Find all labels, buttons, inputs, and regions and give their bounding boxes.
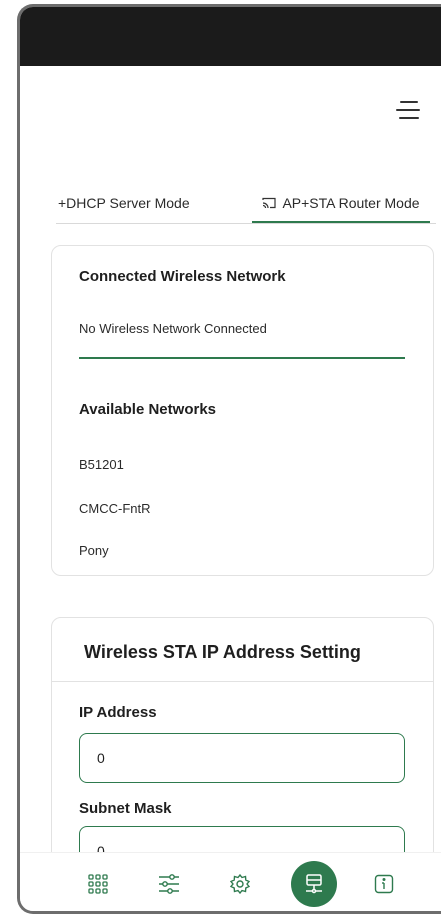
nav-dashboard[interactable] xyxy=(75,861,121,907)
grid-icon xyxy=(88,874,108,894)
subnet-mask-label: Subnet Mask xyxy=(79,800,172,817)
menu-icon-line-1 xyxy=(400,101,418,103)
available-networks-heading: Available Networks xyxy=(79,401,216,418)
cast-icon xyxy=(262,197,277,209)
connected-network-heading: Connected Wireless Network xyxy=(79,268,286,285)
connection-status: No Wireless Network Connected xyxy=(79,321,267,336)
sta-ip-settings-card: Wireless STA IP Address Setting IP Addre… xyxy=(51,617,434,877)
sliders-icon xyxy=(159,874,179,894)
nav-settings-sliders[interactable] xyxy=(146,861,192,907)
tab-dhcp-label: +DHCP Server Mode xyxy=(58,195,190,211)
nav-gear[interactable] xyxy=(217,861,263,907)
network-icon xyxy=(306,874,322,894)
tab-dhcp-server-mode[interactable]: +DHCP Server Mode xyxy=(58,187,190,219)
ip-address-label: IP Address xyxy=(79,704,157,721)
info-icon xyxy=(374,874,394,894)
bottom-navigation xyxy=(20,852,441,911)
gear-icon xyxy=(229,873,251,895)
tab-ap-sta-router-mode[interactable]: AP+STA Router Mode xyxy=(252,187,430,223)
sta-settings-title: Wireless STA IP Address Setting xyxy=(84,642,361,662)
network-item[interactable]: CMCC-FntR xyxy=(79,501,151,516)
green-divider xyxy=(79,357,405,359)
card-divider xyxy=(52,681,433,682)
menu-icon-line-3 xyxy=(399,117,419,119)
ip-address-input[interactable] xyxy=(79,733,405,783)
menu-icon-line-2 xyxy=(396,109,420,111)
nav-info[interactable] xyxy=(361,861,407,907)
tab-ap-sta-label: AP+STA Router Mode xyxy=(282,195,420,211)
network-item[interactable]: Pony xyxy=(79,543,109,558)
nav-network[interactable] xyxy=(291,861,337,907)
wireless-networks-card: Connected Wireless Network No Wireless N… xyxy=(51,245,434,576)
mode-tabs: +DHCP Server Mode AP+STA Router Mode xyxy=(56,187,436,224)
device-frame: +DHCP Server Mode AP+STA Router Mode Con… xyxy=(17,4,441,914)
network-item[interactable]: B51201 xyxy=(79,457,124,472)
menu-button[interactable] xyxy=(396,99,422,125)
status-bar xyxy=(20,7,441,66)
